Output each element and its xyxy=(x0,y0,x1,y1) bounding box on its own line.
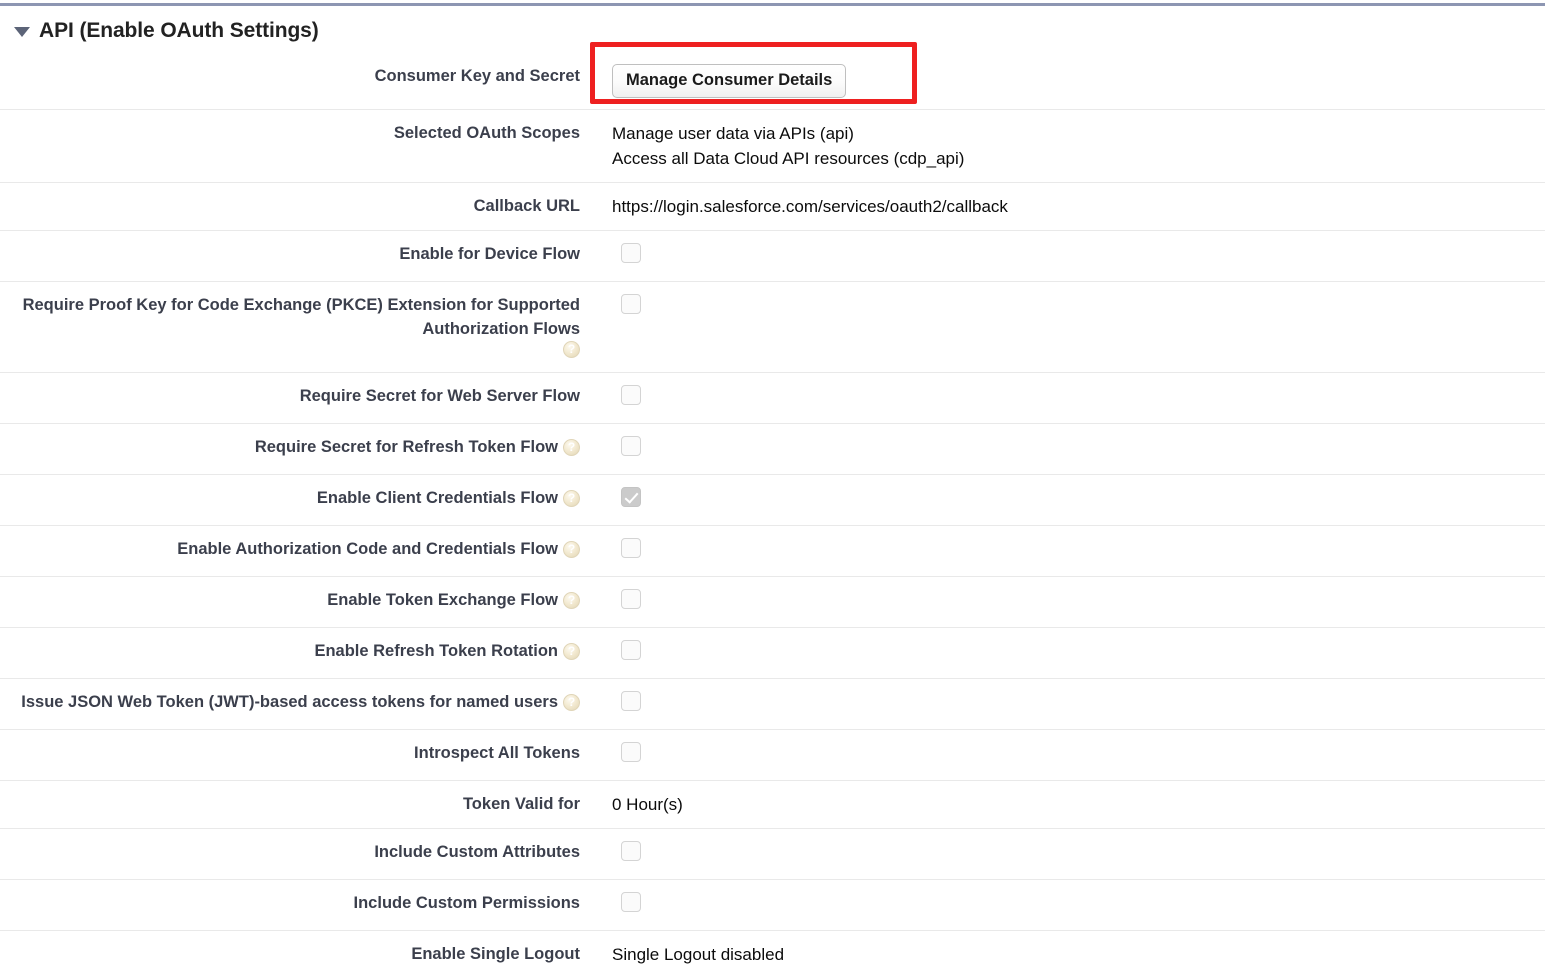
oauth-settings-form: Consumer Key and Secret Manage Consumer D… xyxy=(0,52,1545,979)
field-value: Manage Consumer Details xyxy=(580,53,1545,109)
field-label-text: Enable Token Exchange Flow xyxy=(327,591,558,609)
field-value xyxy=(580,880,1545,930)
form-row: Include Custom Permissions xyxy=(0,880,1545,931)
help-question-icon[interactable] xyxy=(563,490,580,507)
field-value-text: https://login.salesforce.com/services/oa… xyxy=(612,197,1008,216)
field-value xyxy=(580,373,1545,423)
field-label-text: Callback URL xyxy=(473,197,580,215)
help-question-icon[interactable] xyxy=(563,439,580,456)
checkbox-unchecked[interactable] xyxy=(621,538,641,558)
checkbox-checked[interactable] xyxy=(621,487,641,507)
field-label: Enable for Device Flow xyxy=(0,231,580,277)
field-label-text: Require Secret for Refresh Token Flow xyxy=(254,438,558,456)
checkbox-unchecked[interactable] xyxy=(621,691,641,711)
field-label-text: Selected OAuth Scopes xyxy=(393,124,580,142)
help-question-icon[interactable] xyxy=(563,592,580,609)
checkbox-unchecked[interactable] xyxy=(621,841,641,861)
field-value: 0 Hour(s) xyxy=(580,781,1545,828)
form-row: Enable Single Logout Single Logout disabl… xyxy=(0,931,1545,979)
field-label: Include Custom Permissions xyxy=(0,880,580,926)
field-value xyxy=(580,475,1545,525)
form-row: Introspect All Tokens xyxy=(0,730,1545,781)
field-label: Enable Single Logout xyxy=(0,931,580,977)
field-value: Single Logout disabled xyxy=(580,931,1545,978)
field-label: Enable Client Credentials Flow xyxy=(0,475,580,521)
form-row: Enable Token Exchange Flow xyxy=(0,577,1545,628)
field-label-text: Enable Client Credentials Flow xyxy=(316,489,558,507)
help-question-icon[interactable] xyxy=(563,341,580,358)
field-label: Include Custom Attributes xyxy=(0,829,580,875)
page-title: API (Enable OAuth Settings) xyxy=(39,19,319,42)
form-row: Issue JSON Web Token (JWT)-based access … xyxy=(0,679,1545,730)
field-label-text: Token Valid for xyxy=(462,795,580,813)
form-row: Selected OAuth Scopes Manage user data vi… xyxy=(0,110,1545,183)
checkbox-unchecked[interactable] xyxy=(621,385,641,405)
form-row: Token Valid for 0 Hour(s) xyxy=(0,781,1545,829)
field-label: Require Proof Key for Code Exchange (PKC… xyxy=(0,282,580,372)
help-question-icon[interactable] xyxy=(563,643,580,660)
field-label-text: Require Secret for Web Server Flow xyxy=(299,387,580,405)
form-row: Enable for Device Flow xyxy=(0,231,1545,282)
field-value xyxy=(580,679,1545,729)
field-value xyxy=(580,231,1545,281)
field-label: Callback URL xyxy=(0,183,580,229)
field-label-text: Introspect All Tokens xyxy=(414,744,580,762)
field-label-text: Consumer Key and Secret xyxy=(374,67,580,85)
form-row: Require Secret for Web Server Flow xyxy=(0,373,1545,424)
field-label: Issue JSON Web Token (JWT)-based access … xyxy=(0,679,580,725)
field-label-text: Issue JSON Web Token (JWT)-based access … xyxy=(21,693,558,711)
form-row: Callback URL https://login.salesforce.com… xyxy=(0,183,1545,231)
manage-consumer-details-button[interactable]: Manage Consumer Details xyxy=(612,64,847,98)
help-question-icon[interactable] xyxy=(563,541,580,558)
checkbox-unchecked[interactable] xyxy=(621,640,641,660)
field-label-text: Enable for Device Flow xyxy=(399,245,580,263)
checkbox-unchecked[interactable] xyxy=(621,436,641,456)
checkbox-unchecked[interactable] xyxy=(621,294,641,314)
field-label: Selected OAuth Scopes xyxy=(0,110,580,156)
checkbox-unchecked[interactable] xyxy=(621,243,641,263)
field-label-text: Include Custom Attributes xyxy=(374,843,580,861)
field-label: Enable Refresh Token Rotation xyxy=(0,628,580,674)
section-header[interactable]: API (Enable OAuth Settings) xyxy=(0,14,319,48)
top-divider-rule xyxy=(0,3,1545,6)
field-value: https://login.salesforce.com/services/oa… xyxy=(580,183,1545,230)
field-label: Require Secret for Refresh Token Flow xyxy=(0,424,580,470)
field-label-text: Include Custom Permissions xyxy=(353,894,580,912)
field-value xyxy=(580,424,1545,474)
field-label-text: Enable Single Logout xyxy=(411,945,580,963)
field-label: Enable Authorization Code and Credential… xyxy=(0,526,580,572)
field-value-text: 0 Hour(s) xyxy=(612,795,683,814)
checkbox-unchecked[interactable] xyxy=(621,892,641,912)
field-value xyxy=(580,628,1545,678)
field-value xyxy=(580,526,1545,576)
field-label: Enable Token Exchange Flow xyxy=(0,577,580,623)
form-row: Include Custom Attributes xyxy=(0,829,1545,880)
field-label: Introspect All Tokens xyxy=(0,730,580,776)
field-label: Token Valid for xyxy=(0,781,580,827)
button-wrapper: Manage Consumer Details xyxy=(612,64,847,98)
field-label-text: Require Proof Key for Code Exchange (PKC… xyxy=(22,296,580,338)
oauth-scope-line: Access all Data Cloud API resources (cdp… xyxy=(612,149,965,168)
field-value xyxy=(580,577,1545,627)
form-row: Enable Client Credentials Flow xyxy=(0,475,1545,526)
help-question-icon[interactable] xyxy=(563,694,580,711)
form-row: Require Proof Key for Code Exchange (PKC… xyxy=(0,282,1545,373)
field-value xyxy=(580,730,1545,780)
form-row: Require Secret for Refresh Token Flow xyxy=(0,424,1545,475)
field-value: Manage user data via APIs (api) Access al… xyxy=(580,110,1545,182)
caret-down-icon[interactable] xyxy=(14,27,30,37)
field-label: Consumer Key and Secret xyxy=(0,53,580,99)
form-row: Enable Refresh Token Rotation xyxy=(0,628,1545,679)
form-row: Consumer Key and Secret Manage Consumer D… xyxy=(0,52,1545,110)
field-value xyxy=(580,829,1545,879)
oauth-scope-line: Manage user data via APIs (api) xyxy=(612,124,854,143)
field-value xyxy=(580,282,1545,332)
field-label: Require Secret for Web Server Flow xyxy=(0,373,580,419)
checkbox-unchecked[interactable] xyxy=(621,589,641,609)
field-value-text: Single Logout disabled xyxy=(612,945,785,964)
field-label-text: Enable Authorization Code and Credential… xyxy=(177,540,558,558)
checkbox-unchecked[interactable] xyxy=(621,742,641,762)
field-label-text: Enable Refresh Token Rotation xyxy=(314,642,558,660)
form-row: Enable Authorization Code and Credential… xyxy=(0,526,1545,577)
